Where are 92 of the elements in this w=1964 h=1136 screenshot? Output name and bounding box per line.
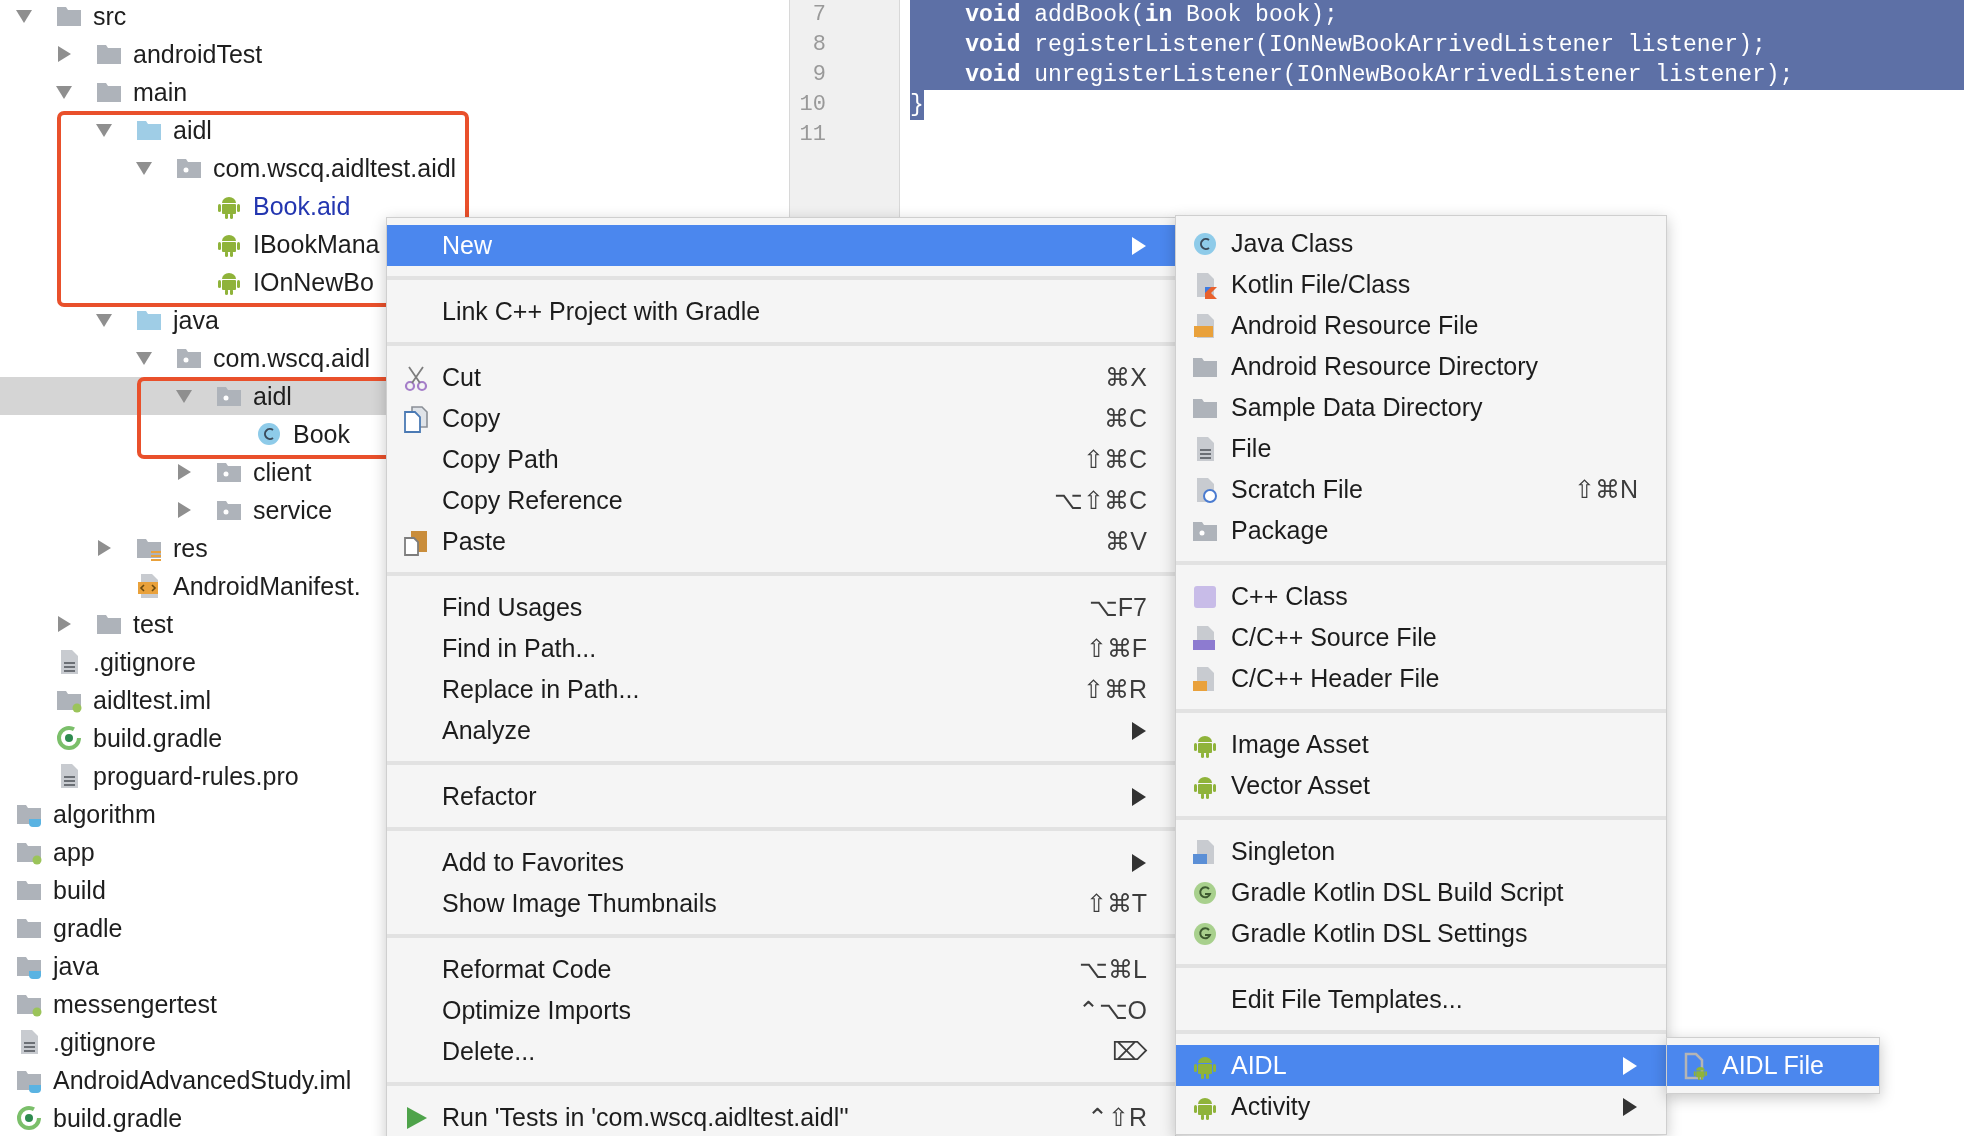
menu-item[interactable]: Add to Favorites [387, 842, 1175, 883]
menu-item[interactable]: Replace in Path... ⇧⌘R [387, 669, 1175, 710]
shortcut-label: ⌘V [1105, 527, 1147, 556]
gradle-icon [15, 1104, 43, 1132]
line-number: 9 [812, 61, 826, 89]
tree-item-label[interactable]: com.wscq.aidltest.aidl [213, 153, 457, 183]
menu-item[interactable]: Copy ⌘C [387, 398, 1175, 439]
shortcut-label: ⇧⌘R [1082, 675, 1147, 704]
menu-item[interactable]: C/C++ Source File [1176, 617, 1666, 658]
menu-item[interactable]: Run 'Tests in 'com.wscq.aidltest.aidl'' ⌃⇧R [387, 1097, 1175, 1136]
menu-item[interactable]: C++ Class [1176, 576, 1666, 617]
tree-item-label[interactable]: gradle [53, 913, 123, 943]
shortcut-label: ⌥⇧⌘C [1053, 486, 1147, 515]
menu-item[interactable]: Android Resource Directory [1176, 346, 1666, 387]
line-number: 8 [812, 31, 826, 59]
shortcut-label: ⇧⌘T [1085, 889, 1147, 918]
menu-item[interactable]: File [1176, 428, 1666, 469]
menu-item[interactable]: Analyze [387, 710, 1175, 751]
tree-item-label[interactable]: Book [293, 419, 350, 449]
menu-item[interactable]: Package [1176, 510, 1666, 551]
tree-item-label[interactable]: build.gradle [53, 1103, 183, 1133]
menu-item[interactable]: C/C++ Header File [1176, 658, 1666, 699]
menu-item[interactable]: Paste ⌘V [387, 521, 1175, 562]
line-number: 11 [799, 121, 826, 149]
menu-item[interactable]: Delete... ⌦ [387, 1031, 1175, 1072]
shortcut-label: ⌥F7 [1088, 593, 1147, 622]
menu-item[interactable]: AIDL File [1667, 1045, 1879, 1086]
menu-item[interactable]: Copy Reference ⌥⇧⌘C [387, 480, 1175, 521]
menu-item[interactable]: Optimize Imports ⌃⌥O [387, 990, 1175, 1031]
copy-icon [402, 404, 430, 433]
shortcut-label: ⇧⌘N [1573, 475, 1638, 504]
tree-item-label[interactable]: client [253, 457, 312, 487]
menu-item[interactable]: Cut ⌘X [387, 357, 1175, 398]
menu-item[interactable]: Edit File Templates... [1176, 979, 1666, 1020]
line-number: 10 [799, 91, 826, 119]
tree-item-label[interactable]: app [53, 837, 95, 867]
tree-item-label[interactable]: java [53, 951, 99, 981]
shortcut-label: ⌘X [1105, 363, 1147, 392]
menu-item[interactable]: Gradle Kotlin DSL Settings [1176, 913, 1666, 954]
tree-item-label[interactable]: build [53, 875, 106, 905]
menu-item[interactable]: Reformat Code ⌥⌘L [387, 949, 1175, 990]
menu-item[interactable]: Find in Path... ⇧⌘F [387, 628, 1175, 669]
menu-item[interactable]: Kotlin File/Class [1176, 264, 1666, 305]
tree-item-label[interactable]: .gitignore [53, 1027, 156, 1057]
shortcut-label: ⇧⌘C [1082, 445, 1147, 474]
tree-item-label[interactable]: service [253, 495, 333, 525]
menu-item[interactable]: Scratch File ⇧⌘N [1176, 469, 1666, 510]
menu-item[interactable]: Sample Data Directory [1176, 387, 1666, 428]
shortcut-label: ⌦ [1112, 1037, 1147, 1066]
tree-item-label[interactable]: java [173, 305, 219, 335]
menu-item[interactable]: New [387, 225, 1175, 266]
shortcut-label: ⌃⇧R [1086, 1103, 1147, 1132]
shortcut-label: ⌥⌘L [1079, 955, 1147, 984]
tree-item-label[interactable]: com.wscq.aidl [213, 343, 370, 373]
line-number: 7 [812, 1, 826, 29]
menu-item[interactable]: Link C++ Project with Gradle [387, 291, 1175, 332]
tree-item-label[interactable]: algorithm [53, 799, 156, 829]
tree-item-label[interactable]: proguard-rules.pro [93, 761, 299, 791]
tree-item-label[interactable]: src [93, 1, 127, 31]
tree-item-label[interactable]: Book.aid [253, 191, 351, 221]
tree-item-label[interactable]: .gitignore [93, 647, 196, 677]
tree-item-label[interactable]: aidl [253, 381, 292, 411]
tree-item-label[interactable]: messengertest [53, 989, 217, 1019]
shortcut-label: ⇧⌘F [1085, 634, 1147, 663]
menu-item[interactable]: Singleton [1176, 831, 1666, 872]
tree-item-label[interactable]: aidltest.iml [93, 685, 212, 715]
tree-item-label[interactable]: IBookMana [253, 229, 380, 259]
tree-item-label[interactable]: main [133, 77, 188, 107]
shortcut-label: ⌘C [1103, 404, 1147, 433]
menu-item[interactable]: Copy Path ⇧⌘C [387, 439, 1175, 480]
menu-item[interactable]: Refactor [387, 776, 1175, 817]
tree-item-label[interactable]: androidTest [133, 39, 263, 69]
menu-item[interactable]: Find Usages ⌥F7 [387, 587, 1175, 628]
tree-item-label[interactable]: build.gradle [93, 723, 223, 753]
menu-item[interactable]: Gradle Kotlin DSL Build Script [1176, 872, 1666, 913]
menu-item[interactable]: Java Class [1176, 223, 1666, 264]
tree-item-label[interactable]: AndroidManifest. [173, 571, 361, 601]
menu-item[interactable]: Activity [1176, 1086, 1666, 1127]
tree-item-label[interactable]: aidl [173, 115, 212, 145]
menu-item[interactable]: Vector Asset [1176, 765, 1666, 806]
tree-item-label[interactable]: res [173, 533, 208, 563]
tree-item-label[interactable]: IOnNewBo [253, 267, 374, 297]
menu-item[interactable]: Show Image Thumbnails ⇧⌘T [387, 883, 1175, 924]
tree-item-label[interactable]: test [133, 609, 174, 639]
shortcut-label: ⌃⌥O [1077, 996, 1147, 1025]
menu-item[interactable]: AIDL [1176, 1045, 1666, 1086]
gradle-icon [55, 724, 83, 752]
class-icon [255, 420, 283, 448]
tree-item-label[interactable]: AndroidAdvancedStudy.iml [53, 1065, 352, 1095]
menu-item[interactable]: Image Asset [1176, 724, 1666, 765]
menu-item[interactable]: Android Resource File [1176, 305, 1666, 346]
android-file-icon [1682, 1051, 1710, 1080]
